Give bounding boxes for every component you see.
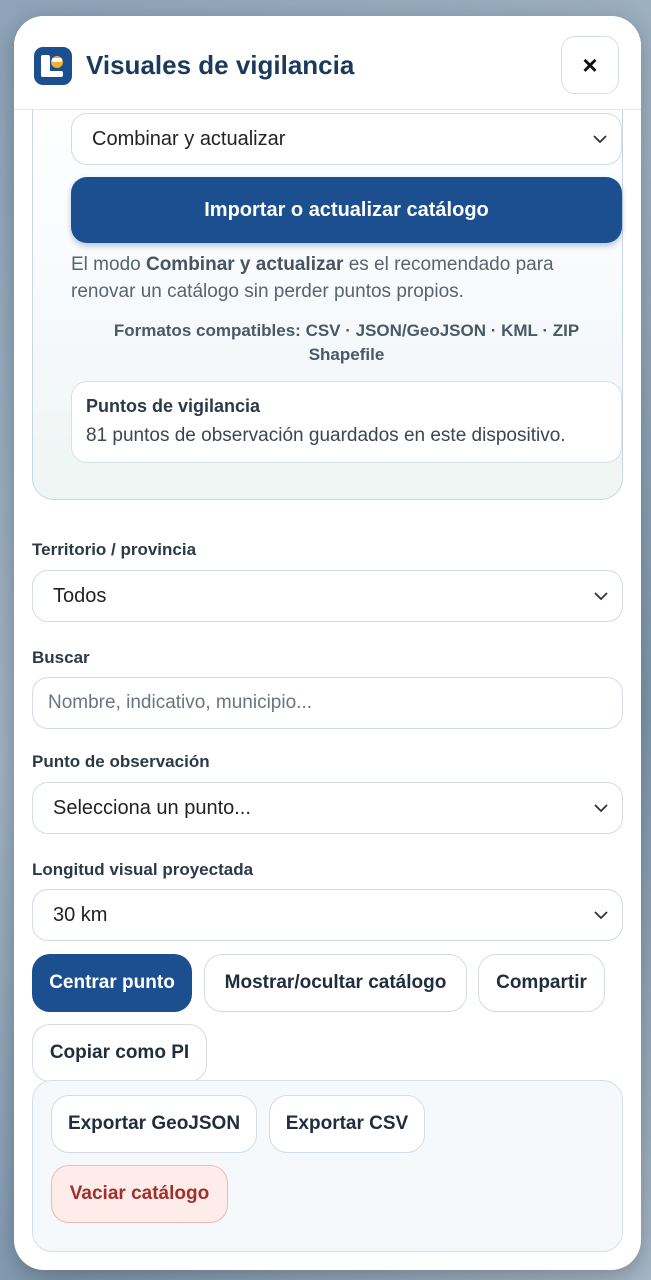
toggle-catalog-button[interactable]: Mostrar/ocultar catálogo xyxy=(204,954,467,1012)
chevron-down-icon xyxy=(594,804,608,813)
territory-value: Todos xyxy=(53,584,107,607)
observation-point-value: Selecciona un punto... xyxy=(53,796,251,819)
panel-header: Visuales de vigilancia × xyxy=(14,16,641,110)
visual-length-value: 30 km xyxy=(53,903,108,926)
export-geojson-button[interactable]: Exportar GeoJSON xyxy=(51,1095,257,1153)
copy-as-pi-button[interactable]: Copiar como PI xyxy=(32,1024,207,1082)
import-mode-select[interactable]: Combinar y actualizar xyxy=(71,113,622,165)
territory-label: Territorio / provincia xyxy=(32,540,197,559)
import-help-text: El modo Combinar y actualizar es el reco… xyxy=(71,254,554,302)
points-summary-card: Puntos de vigilancia 81 puntos de observ… xyxy=(71,381,622,463)
search-input[interactable]: Nombre, indicativo, municipio... xyxy=(32,677,623,729)
visual-length-select[interactable]: 30 km xyxy=(32,889,623,941)
close-icon: × xyxy=(582,49,598,80)
visual-length-label: Longitud visual proyectada xyxy=(32,860,254,879)
points-count-text: 81 puntos de observación guardados en es… xyxy=(86,425,566,446)
search-placeholder: Nombre, indicativo, municipio... xyxy=(48,692,312,713)
observation-point-label: Punto de observación xyxy=(32,752,210,771)
territory-select[interactable]: Todos xyxy=(32,570,623,622)
import-button[interactable]: Importar o actualizar catálogo xyxy=(71,177,622,243)
clear-catalog-button[interactable]: Vaciar catálogo xyxy=(51,1165,228,1223)
search-label: Buscar xyxy=(32,648,90,667)
panel-title: Visuales de vigilancia xyxy=(86,50,355,80)
supported-formats: Formatos compatibles: CSV · JSON/GeoJSON… xyxy=(113,321,580,364)
export-csv-button[interactable]: Exportar CSV xyxy=(269,1095,425,1153)
binoculars-app-icon xyxy=(34,47,72,85)
chevron-down-icon xyxy=(594,592,608,601)
observation-point-select[interactable]: Selecciona un punto... xyxy=(32,782,623,834)
points-title: Puntos de vigilancia xyxy=(86,396,261,416)
close-button[interactable]: × xyxy=(561,36,619,94)
chevron-down-icon xyxy=(593,135,607,144)
center-point-button[interactable]: Centrar punto xyxy=(32,954,192,1012)
export-card: Exportar GeoJSON Exportar CSV Vaciar cat… xyxy=(32,1080,623,1252)
chevron-down-icon xyxy=(594,911,608,920)
surveillance-panel: Visuales de vigilancia × Combinar y actu… xyxy=(14,16,641,1270)
panel-content[interactable]: Combinar y actualizar Importar o actuali… xyxy=(14,110,641,1270)
share-button[interactable]: Compartir xyxy=(478,954,605,1012)
import-card: Combinar y actualizar Importar o actuali… xyxy=(32,110,623,500)
import-mode-value: Combinar y actualizar xyxy=(92,127,286,150)
